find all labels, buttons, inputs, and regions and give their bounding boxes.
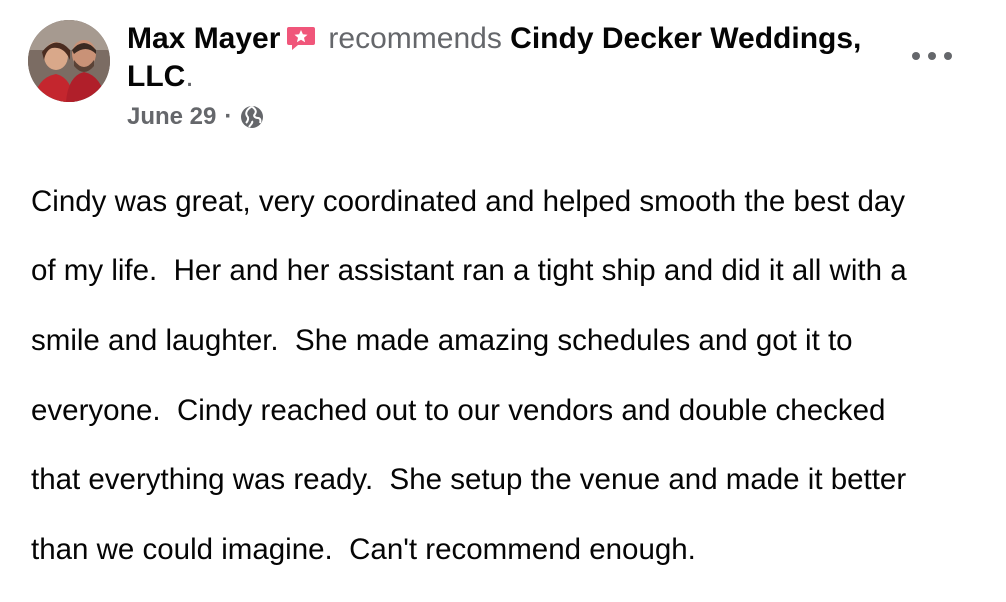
post-header: Max Mayer recommends Cindy Decker Weddin…: [127, 20, 907, 96]
post-body: Cindy was great, very coordinated and he…: [31, 150, 986, 602]
meta-separator: ·: [224, 103, 233, 130]
post-body-line: smile and laughter. She made amazing sch…: [31, 323, 853, 357]
recommendation-badge-icon: [287, 27, 316, 50]
more-options-dot: [928, 52, 936, 60]
avatar[interactable]: [28, 20, 110, 102]
post-body-line: of my life. Her and her assistant ran a …: [31, 254, 907, 288]
header-period: .: [185, 60, 194, 93]
post-body-line: Cindy was great, very coordinated and he…: [31, 184, 906, 218]
post-meta: June 29 ·: [127, 102, 264, 132]
more-options-dot: [944, 52, 952, 60]
globe-icon[interactable]: [240, 105, 264, 129]
more-options-dot: [912, 52, 920, 60]
recommendation-post-card: Max Mayer recommends Cindy Decker Weddin…: [0, 0, 1006, 566]
post-date[interactable]: June 29: [127, 102, 216, 132]
author-name[interactable]: Max Mayer: [127, 22, 280, 55]
avatar-image: [28, 20, 110, 102]
post-body-line: than we could imagine. Can't recommend e…: [31, 532, 696, 566]
recommends-verb: recommends: [328, 22, 502, 55]
post-body-line: everyone. Cindy reached out to our vendo…: [31, 393, 886, 427]
post-body-line: that everything was ready. She setup the…: [31, 463, 907, 497]
more-options-icon[interactable]: [912, 44, 952, 68]
